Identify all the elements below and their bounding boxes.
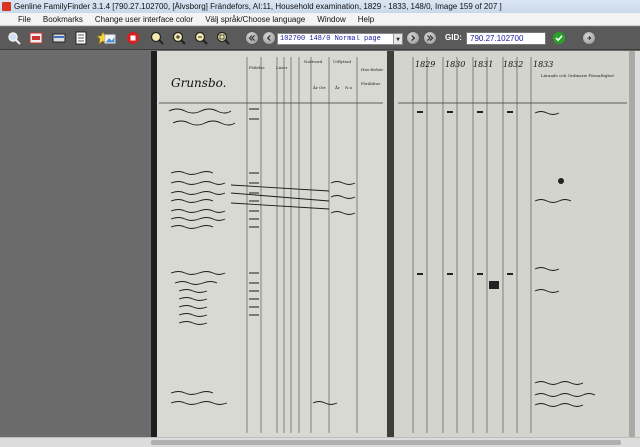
header-place: Ort xyxy=(319,85,326,90)
header-exam: Hus-förhör xyxy=(361,67,383,72)
scanner-icon[interactable] xyxy=(52,31,66,45)
window-title-bar: Genline FamilyFinder 3.1.4 [790.27.10270… xyxy=(0,0,640,13)
image-icon[interactable] xyxy=(104,33,116,45)
header-birth: Födelse xyxy=(249,65,265,70)
year-heading-1833: 1833 xyxy=(533,60,553,69)
notes-icon[interactable] xyxy=(74,31,88,45)
confirm-icon[interactable] xyxy=(552,31,566,45)
exit-icon[interactable] xyxy=(582,31,596,45)
menu-file[interactable]: File xyxy=(0,15,37,24)
app-icon xyxy=(2,2,11,11)
menu-help[interactable]: Help xyxy=(352,15,380,24)
year-heading-1830: 1830 xyxy=(445,60,465,69)
first-page-icon[interactable] xyxy=(245,31,259,45)
header-moved-out: Utflyttad xyxy=(333,59,352,64)
stop-icon[interactable] xyxy=(126,31,140,45)
year-heading-1832: 1832 xyxy=(503,60,523,69)
chevron-down-icon[interactable]: ▼ xyxy=(393,34,402,44)
last-page-icon[interactable] xyxy=(423,31,437,45)
horizontal-scrollbar[interactable] xyxy=(0,437,640,447)
menu-bar: File Bookmarks Change user interface col… xyxy=(0,13,640,26)
header-reading: Läser xyxy=(276,65,287,70)
zoom-in-icon[interactable] xyxy=(172,31,186,45)
gid-input[interactable] xyxy=(466,32,546,45)
header-year-a: År xyxy=(312,85,318,90)
header-parents: Föräldrar xyxy=(361,81,380,86)
zoom-fit-icon[interactable] xyxy=(150,31,164,45)
year-heading-1831: 1831 xyxy=(473,60,493,69)
horizontal-scrollbar-thumb[interactable] xyxy=(151,440,621,445)
page-heading: Grunsbo. xyxy=(171,76,226,90)
image-select-value: 102700 148/0 Normal page xyxy=(280,35,381,43)
header-communion: Nattvard xyxy=(304,59,323,64)
menu-ui-color[interactable]: Change user interface color xyxy=(89,15,199,24)
gid-label: GID: xyxy=(445,33,462,42)
search-icon[interactable] xyxy=(7,31,21,45)
menu-window[interactable]: Window xyxy=(311,15,351,24)
vertical-scrollbar[interactable] xyxy=(635,51,640,437)
header-learning: Lärande och Ordinarie Förnuftighet xyxy=(541,73,614,78)
next-page-icon[interactable] xyxy=(406,31,420,45)
left-panel xyxy=(0,51,151,437)
document-page-svg: Grunsbo. Födelse Läser Nattvard Utflytta… xyxy=(151,51,635,437)
window-title: Genline FamilyFinder 3.1.4 [790.27.10270… xyxy=(14,2,502,11)
menu-language[interactable]: Välj språk/Choose language xyxy=(199,15,311,24)
header-year-b: År xyxy=(334,85,340,90)
scanned-document-image[interactable]: Grunsbo. Födelse Läser Nattvard Utflytta… xyxy=(151,51,635,437)
print-icon[interactable] xyxy=(29,31,43,45)
header-no: N:o xyxy=(345,85,353,90)
image-select-dropdown[interactable]: 102700 148/0 Normal page ▼ xyxy=(277,33,403,45)
zoom-out-icon[interactable] xyxy=(194,31,208,45)
year-heading-1829: 1829 xyxy=(415,60,435,69)
zoom-actual-icon[interactable] xyxy=(216,31,230,45)
menu-bookmarks[interactable]: Bookmarks xyxy=(37,15,89,24)
previous-page-icon[interactable] xyxy=(262,31,276,45)
